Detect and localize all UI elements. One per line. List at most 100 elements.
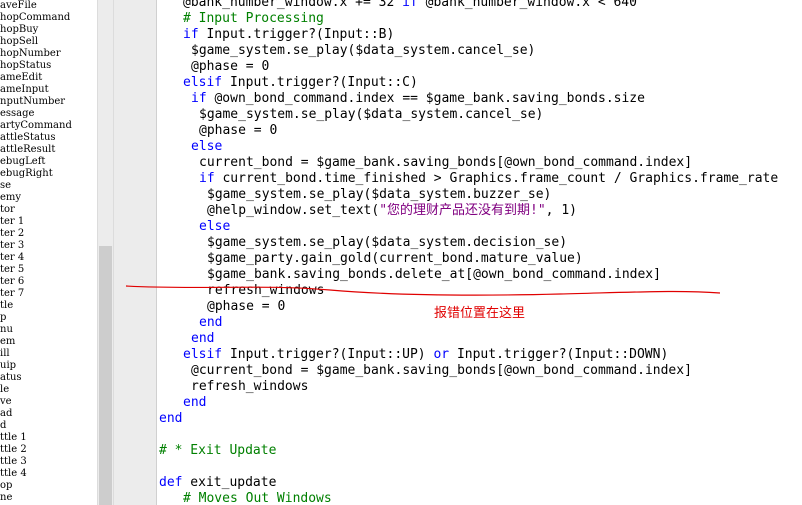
code-line[interactable]: 783# Moves Out Windows	[157, 491, 802, 505]
line-code: current_bond = $game_bank.saving_bonds[@…	[199, 155, 693, 170]
line-code: def exit_update	[159, 475, 277, 490]
script-list-item[interactable]: ter 1	[0, 216, 97, 228]
script-list-item[interactable]: ne	[0, 492, 97, 504]
script-list-item[interactable]: attleResult	[0, 144, 97, 156]
line-code: @help_window.set_text("您的理财产品还没有到期!", 1)	[207, 203, 577, 218]
script-list-item[interactable]: essage	[0, 108, 97, 120]
script-list-item[interactable]: hopStatus	[0, 60, 97, 72]
line-code: end	[183, 395, 207, 410]
code-line[interactable]: 774elsif Input.trigger?(Input::UP) or In…	[157, 347, 802, 363]
script-list-item[interactable]: tor	[0, 204, 97, 216]
code-line[interactable]: 779	[157, 427, 802, 443]
script-list-item[interactable]: em	[0, 336, 97, 348]
line-code: elsif Input.trigger?(Input::C)	[183, 75, 418, 90]
script-list-item[interactable]: hopNumber	[0, 48, 97, 60]
script-list-scrollbar[interactable]	[97, 0, 114, 505]
code-line[interactable]: 766else	[157, 219, 802, 235]
code-line[interactable]: 773end	[157, 331, 802, 347]
script-list-item[interactable]: se	[0, 180, 97, 192]
line-code: # * Exit Update	[159, 443, 277, 458]
code-line[interactable]: 764$game_system.se_play($data_system.buz…	[157, 187, 802, 203]
line-code: # Moves Out Windows	[183, 491, 332, 505]
code-line[interactable]: 776refresh_windows	[157, 379, 802, 395]
script-list-item[interactable]: ameInput	[0, 84, 97, 96]
line-code: @phase = 0	[207, 299, 286, 314]
code-editor[interactable]: 752@bank_number_window.x += 32 if @bank_…	[157, 0, 802, 505]
code-line[interactable]: 753# Input Processing	[157, 11, 802, 27]
code-line[interactable]: 758if @own_bond_command.index == $game_b…	[157, 91, 802, 107]
code-line[interactable]: 775@current_bond = $game_bank.saving_bon…	[157, 363, 802, 379]
code-line[interactable]: 757elsif Input.trigger?(Input::C)	[157, 75, 802, 91]
code-line[interactable]: 765@help_window.set_text("您的理财产品还没有到期!",…	[157, 203, 802, 219]
line-code: elsif Input.trigger?(Input::UP) or Input…	[183, 347, 669, 362]
script-list-item[interactable]: p	[0, 312, 97, 324]
script-list-item[interactable]: hopCommand	[0, 12, 97, 24]
script-list-item[interactable]: ter 6	[0, 276, 97, 288]
code-line[interactable]: 767$game_system.se_play($data_system.dec…	[157, 235, 802, 251]
line-code: @bank_number_window.x += 32 if @bank_num…	[183, 0, 637, 10]
script-list-item[interactable]: artyCommand	[0, 120, 97, 132]
line-code: if current_bond.time_finished > Graphics…	[199, 171, 779, 186]
line-code: # Input Processing	[183, 11, 324, 26]
script-list-item[interactable]: ebugRight	[0, 168, 97, 180]
line-code: $game_system.se_play($data_system.buzzer…	[207, 187, 552, 202]
script-list-item[interactable]: attleStatus	[0, 132, 97, 144]
code-line[interactable]: 780# * Exit Update	[157, 443, 802, 459]
script-list-item[interactable]: ter 3	[0, 240, 97, 252]
line-code: else	[191, 139, 223, 154]
script-list-item[interactable]: hopBuy	[0, 24, 97, 36]
script-list-item[interactable]: nu	[0, 324, 97, 336]
code-line[interactable]: 752@bank_number_window.x += 32 if @bank_…	[157, 0, 802, 11]
script-list-item[interactable]: ter 4	[0, 252, 97, 264]
code-line[interactable]: 768$game_party.gain_gold(current_bond.ma…	[157, 251, 802, 267]
code-line[interactable]: 755$game_system.se_play($data_system.can…	[157, 43, 802, 59]
code-line[interactable]: 762current_bond = $game_bank.saving_bond…	[157, 155, 802, 171]
script-list-item[interactable]: d	[0, 420, 97, 432]
line-code: @current_bond = $game_bank.saving_bonds[…	[191, 363, 692, 378]
script-list-item[interactable]: uip	[0, 360, 97, 372]
script-list-item[interactable]: ter 7	[0, 288, 97, 300]
code-line[interactable]: 777end	[157, 395, 802, 411]
script-list-item[interactable]: le	[0, 384, 97, 396]
script-list-item[interactable]: atus	[0, 372, 97, 384]
script-list-item[interactable]: hopSell	[0, 36, 97, 48]
script-list-item[interactable]: ill	[0, 348, 97, 360]
code-line[interactable]: 759$game_system.se_play($data_system.can…	[157, 107, 802, 123]
scrollbar-thumb[interactable]	[99, 246, 112, 505]
script-list-item[interactable]: ttle 3	[0, 456, 97, 468]
line-code: if Input.trigger?(Input::B)	[183, 27, 395, 42]
line-code: $game_system.se_play($data_system.cancel…	[199, 107, 544, 122]
line-code: refresh_windows	[207, 283, 325, 298]
script-list-item[interactable]: ter 5	[0, 264, 97, 276]
code-line[interactable]: 756@phase = 0	[157, 59, 802, 75]
code-line[interactable]: 770refresh_windows	[157, 283, 802, 299]
script-list-item[interactable]: ttle 1	[0, 432, 97, 444]
code-line[interactable]: 761else	[157, 139, 802, 155]
code-line[interactable]: 781	[157, 459, 802, 475]
script-list-item[interactable]: ameEdit	[0, 72, 97, 84]
script-list-item[interactable]: ttle 4	[0, 468, 97, 480]
code-line[interactable]: 778end	[157, 411, 802, 427]
script-list-item[interactable]: ter 2	[0, 228, 97, 240]
code-line[interactable]: 769$game_bank.saving_bonds.delete_at[@ow…	[157, 267, 802, 283]
line-code: $game_party.gain_gold(current_bond.matur…	[207, 251, 583, 266]
code-line[interactable]: 754if Input.trigger?(Input::B)	[157, 27, 802, 43]
line-code: $game_bank.saving_bonds.delete_at[@own_b…	[207, 267, 661, 282]
line-code: @phase = 0	[199, 123, 278, 138]
script-list-item[interactable]: emy	[0, 192, 97, 204]
script-list-item[interactable]: tle	[0, 300, 97, 312]
script-list-item[interactable]: op	[0, 480, 97, 492]
script-list-item[interactable]: aveFile	[0, 0, 97, 12]
code-line[interactable]: 760@phase = 0	[157, 123, 802, 139]
code-line[interactable]: 763if current_bond.time_finished > Graph…	[157, 171, 802, 187]
line-code: if @own_bond_command.index == $game_bank…	[191, 91, 645, 106]
script-list-item[interactable]: ad	[0, 408, 97, 420]
code-line[interactable]: 782def exit_update	[157, 475, 802, 491]
line-number-gutter	[114, 0, 157, 505]
script-list-item[interactable]: ebugLeft	[0, 156, 97, 168]
script-list-item[interactable]: ve	[0, 396, 97, 408]
script-list-item[interactable]: ttle 2	[0, 444, 97, 456]
error-annotation: 报错位置在这里	[434, 306, 526, 321]
script-list[interactable]: aveFile hopCommand hopBuy hopSell hopNumber h…	[0, 0, 97, 505]
script-list-item[interactable]: nputNumber	[0, 96, 97, 108]
